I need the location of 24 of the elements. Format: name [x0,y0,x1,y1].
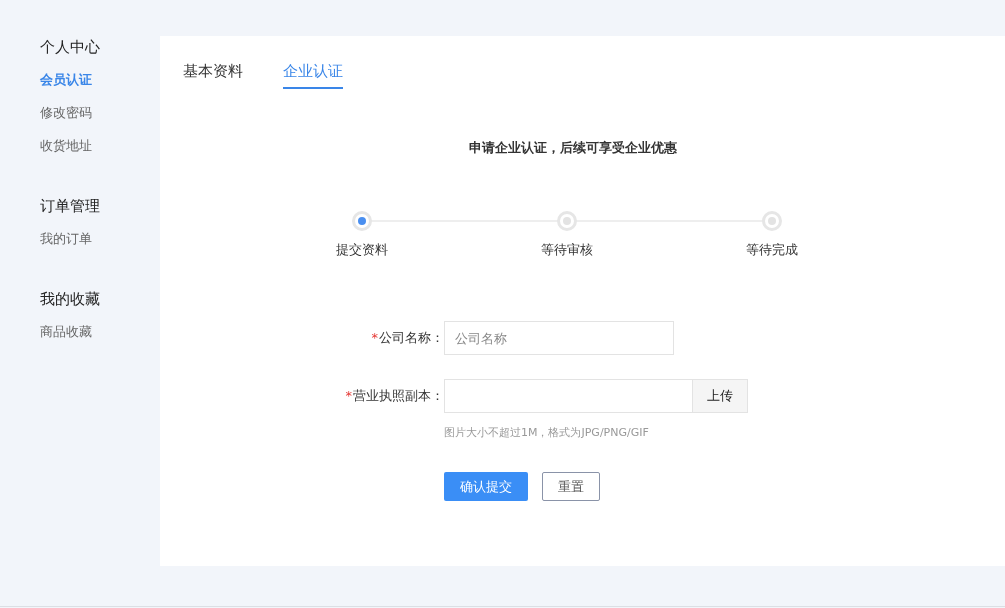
field-label: 营业执照副本： [353,388,444,403]
upload-button[interactable]: 上传 [692,379,748,413]
sidebar-item[interactable]: 我的订单 [40,229,92,262]
sidebar-item[interactable]: 收货地址 [40,136,92,169]
field-label: 公司名称： [379,330,444,345]
sidebar-item[interactable]: 商品收藏 [40,322,92,355]
required-mark: * [345,388,352,403]
sidebar-item[interactable]: 修改密码 [40,103,92,136]
hint-text: 图片大小不超过1M，格式为JPG/PNG/GIF [444,425,650,440]
file-field[interactable] [444,379,692,413]
sidebar-group-title: 订单管理 [40,196,100,217]
step-label: 提交资料 [335,241,388,259]
reset-button[interactable]: 重置 [542,472,600,501]
sidebar-group-title: 个人中心 [40,37,100,58]
sidebar-group-title: 我的收藏 [40,289,100,310]
sidebar-item[interactable]: 会员认证 [40,70,92,103]
input-field[interactable]: 公司名称 [444,321,674,355]
tab[interactable]: 基本资料 [183,62,243,89]
tab[interactable]: 企业认证 [283,62,343,89]
heading: 申请企业认证，后续可享受企业优惠 [468,139,678,157]
step-label: 等待完成 [745,241,798,259]
submit-button[interactable]: 确认提交 [444,472,528,501]
required-mark: * [371,330,378,345]
step-label: 等待审核 [540,241,593,259]
